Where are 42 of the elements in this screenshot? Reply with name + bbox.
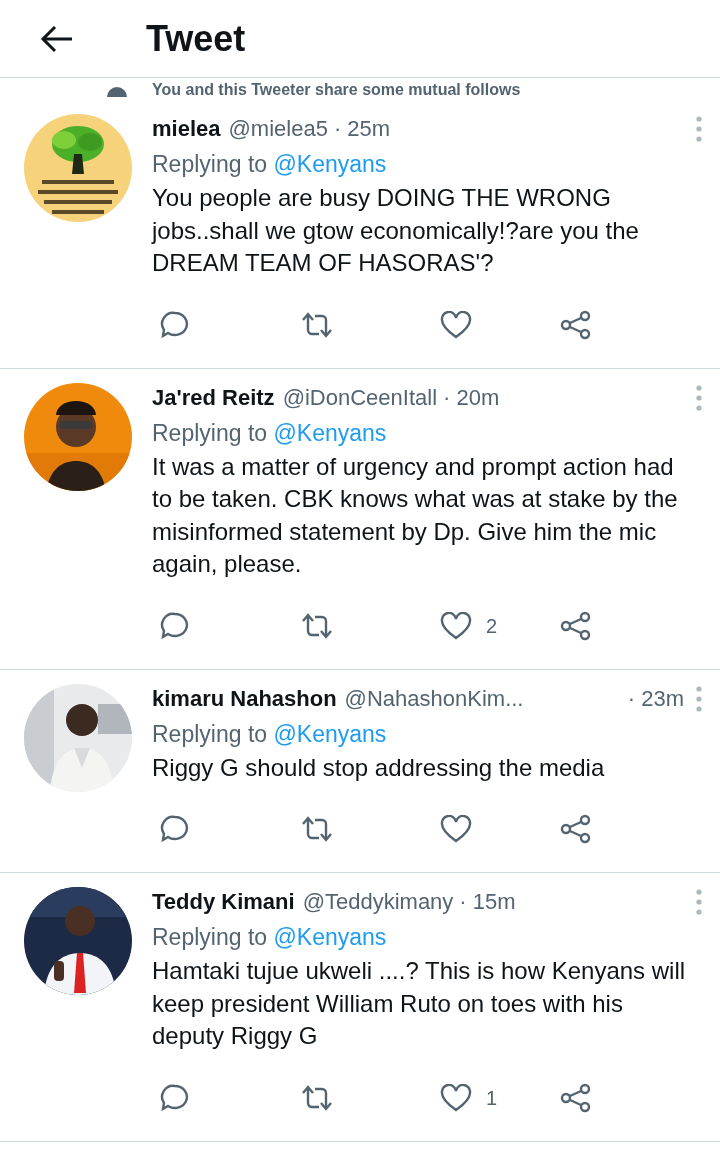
tweet-text: Hamtaki tujue ukweli ....? This is how Kenyans will keep president William Ruto on toes with his deputy Riggy G: [152, 956, 687, 1051]
mutual-follows-notice: You and this Tweeter share some mutual follows: [152, 80, 521, 100]
tweet-time: · 15m: [459, 888, 516, 916]
reply-icon[interactable]: [160, 1082, 190, 1113]
user-name[interactable]: Teddy Kimani: [152, 887, 295, 917]
user-handle: @NahashonKim...: [344, 684, 524, 713]
like-icon[interactable]: [440, 815, 472, 843]
replying-to-label: Replying to: [152, 151, 268, 177]
page-title: Tweet: [146, 16, 246, 61]
user-handle: @mielea5: [228, 115, 328, 143]
replying-to-label: Replying to: [152, 924, 268, 950]
tweet-time: · 23m: [627, 684, 684, 713]
like-icon[interactable]: [440, 310, 472, 339]
share-icon[interactable]: [560, 610, 592, 641]
tweet-text: It was a matter of urgency and prompt action had to be taken. CBK knows what was at stake by the misinformed statement by Dp. Give him the mic again, please.: [152, 451, 679, 579]
tweet-time: · 25m: [333, 115, 391, 143]
replying-to-label: Replying to: [152, 419, 268, 446]
retweet-icon[interactable]: [300, 1083, 334, 1112]
back-arrow-icon[interactable]: [40, 24, 74, 53]
replying-to-label: Replying to: [152, 720, 268, 747]
tweet-time: · 20m: [443, 383, 500, 412]
like-icon[interactable]: [440, 611, 472, 640]
user-name[interactable]: kimaru Nahashon: [152, 683, 337, 714]
tweet-text: You people are busy DOING THE WRONG jobs..shall we gtow economically!?are you the DREAM TEAM OF HASORAS'?: [152, 183, 640, 278]
user-name[interactable]: Ja'red Reitz: [152, 382, 275, 413]
retweet-icon[interactable]: [300, 310, 334, 339]
person-icon: [106, 85, 128, 97]
user-handle: @iDonCeenItall: [282, 383, 438, 412]
like-icon[interactable]: [440, 1083, 472, 1112]
user-name[interactable]: mielea: [152, 114, 221, 144]
retweet-icon[interactable]: [300, 611, 334, 640]
like-count: 2: [486, 613, 498, 639]
retweet-icon[interactable]: [300, 815, 334, 843]
reply-icon[interactable]: [160, 814, 190, 844]
reply-icon[interactable]: [160, 610, 190, 641]
reply-icon[interactable]: [160, 309, 190, 340]
share-icon[interactable]: [560, 309, 592, 340]
tweet-text: Riggy G should stop addressing the media: [152, 752, 606, 783]
share-icon[interactable]: [560, 814, 592, 844]
like-count: 1: [486, 1085, 498, 1111]
share-icon[interactable]: [560, 1082, 592, 1113]
user-handle: @Teddykimany: [302, 888, 454, 916]
